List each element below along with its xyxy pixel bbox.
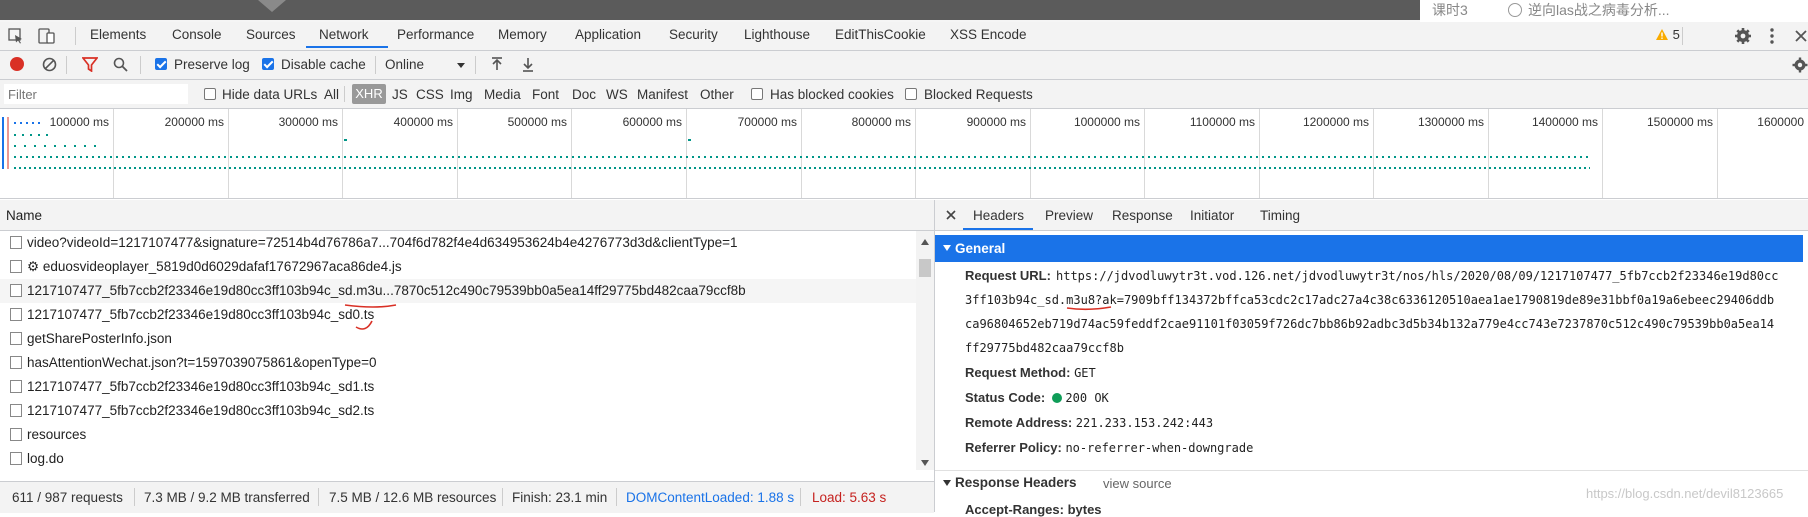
tab-timing[interactable]: Timing xyxy=(1260,208,1300,223)
divider xyxy=(800,488,801,506)
divider xyxy=(318,488,319,506)
referrer-policy-row: Referrer Policy: no-referrer-when-downgr… xyxy=(965,440,1253,455)
scroll-down-icon[interactable] xyxy=(921,460,929,466)
request-url-label: Request URL: xyxy=(965,268,1051,283)
blocked-requests-label: Blocked Requests xyxy=(924,87,1033,102)
dom-content-loaded: DOMContentLoaded: 1.88 s xyxy=(626,490,795,505)
page-text: 逆向las战之病毒分析... xyxy=(1528,2,1670,18)
referrer-policy-label: Referrer Policy: xyxy=(965,440,1062,455)
request-url-line-3: ca96804652eb719d74ac59feddf2cae91101f030… xyxy=(965,317,1775,331)
referrer-policy-value: no-referrer-when-downgrade xyxy=(1065,441,1254,455)
status-code-value: 200 OK xyxy=(1065,391,1109,405)
detail-tabs: Headers Preview Response Initiator Timin… xyxy=(935,200,1808,231)
view-source-link[interactable]: view source xyxy=(1103,476,1172,491)
remote-address-label: Remote Address: xyxy=(965,415,1073,430)
warnings-counter[interactable]: 5 xyxy=(1655,27,1680,42)
next-header-partial: Accept-Ranges: bytes xyxy=(965,502,1102,517)
status-code-label: Status Code: xyxy=(965,390,1046,405)
scroll-up-icon[interactable] xyxy=(921,239,929,245)
tab-xss-encode[interactable]: XSS Encode xyxy=(950,27,1027,42)
divider xyxy=(502,488,503,506)
load-time: Load: 5.63 s xyxy=(812,490,887,505)
general-section-header[interactable]: General xyxy=(935,235,1803,262)
tab-initiator[interactable]: Initiator xyxy=(1190,208,1234,223)
annotation-mark xyxy=(1066,306,1112,311)
remote-address-value: 221.233.153.242:443 xyxy=(1075,416,1214,430)
triangle-down-icon xyxy=(943,480,951,486)
transferred-size: 7.3 MB / 9.2 MB transferred xyxy=(144,490,310,505)
tab-response[interactable]: Response xyxy=(1112,208,1173,223)
response-headers-title: Response Headers xyxy=(955,475,1077,490)
remote-address-row: Remote Address: 221.233.153.242:443 xyxy=(965,415,1213,430)
active-tab-indicator xyxy=(963,228,1033,230)
requests-count: 611 / 987 requests xyxy=(12,490,123,505)
resources-size: 7.5 MB / 12.6 MB resources xyxy=(329,490,497,505)
tab-headers[interactable]: Headers xyxy=(973,208,1024,223)
page-right-panel: 课时3 逆向las战之病毒分析... xyxy=(1420,0,1808,22)
close-icon[interactable] xyxy=(1794,27,1808,45)
close-icon[interactable] xyxy=(945,209,957,221)
more-options-icon[interactable] xyxy=(1768,27,1776,45)
finish-time: Finish: 23.1 min xyxy=(512,490,608,505)
gear-icon[interactable] xyxy=(1734,27,1752,45)
status-code-row: Status Code: 200 OK xyxy=(965,390,1109,405)
request-method-value: GET xyxy=(1074,366,1096,380)
request-method-label: Request Method: xyxy=(965,365,1071,380)
general-title: General xyxy=(955,241,1006,256)
status-ok-icon xyxy=(1051,393,1062,403)
page-text: 课时3 xyxy=(1432,2,1468,18)
divider xyxy=(134,488,135,506)
request-method-row: Request Method: GET xyxy=(965,365,1096,380)
request-url-line-4: ff29775bd482caa79ccf8b xyxy=(965,341,1124,355)
warnings-count: 5 xyxy=(1672,27,1680,42)
request-url-line-1: https://jdvodluwytr3t.vod.126.net/jdvodl… xyxy=(1056,269,1779,283)
radio-icon xyxy=(1508,3,1522,17)
scrollbar-thumb[interactable] xyxy=(919,259,931,277)
divider xyxy=(616,488,617,506)
request-url-row: Request URL: xyxy=(965,268,1051,283)
network-settings-icon[interactable] xyxy=(1792,57,1808,73)
tab-preview[interactable]: Preview xyxy=(1045,208,1093,223)
watermark: https://blog.csdn.net/devil8123665 xyxy=(1586,486,1784,501)
divider xyxy=(1682,27,1683,45)
request-list-scrollbar[interactable] xyxy=(916,231,934,470)
status-bar: 611 / 987 requests 7.3 MB / 9.2 MB trans… xyxy=(0,481,934,513)
warning-icon xyxy=(1656,29,1668,40)
triangle-down-icon xyxy=(943,245,951,251)
annotation-marks xyxy=(344,304,397,330)
